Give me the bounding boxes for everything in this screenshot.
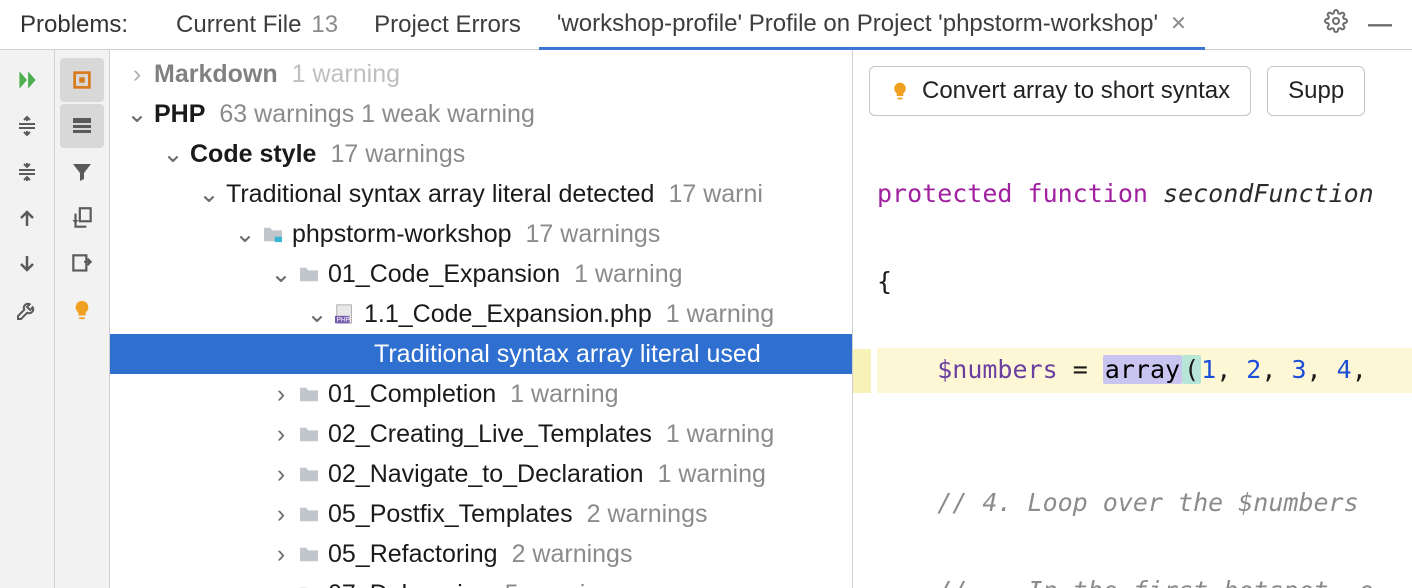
tab-current-file[interactable]: Current File 13 xyxy=(158,0,356,49)
group-by-icon[interactable] xyxy=(60,104,104,148)
tree-row-folder[interactable]: › 05_Refactoring 2 warnings xyxy=(110,534,852,574)
chevron-down-icon: ⌄ xyxy=(306,299,328,329)
expand-all-icon[interactable] xyxy=(5,104,49,148)
tree-row-project[interactable]: ⌄ phpstorm-workshop 17 warnings xyxy=(110,214,852,254)
toolbar-left-2 xyxy=(55,50,110,588)
tree-row-selected-issue[interactable]: Traditional syntax array literal used xyxy=(110,334,852,374)
autoscroll-icon[interactable] xyxy=(60,196,104,240)
code-preview: protected function secondFunction { $num… xyxy=(853,128,1412,588)
tree-row-folder[interactable]: ⌄ 01_Code_Expansion 1 warning xyxy=(110,254,852,294)
tree-row-codestyle[interactable]: ⌄ Code style 17 warnings xyxy=(110,134,852,174)
tab-profile[interactable]: 'workshop-profile' Profile on Project 'p… xyxy=(539,1,1205,50)
wrench-icon[interactable] xyxy=(5,288,49,332)
filter-icon[interactable] xyxy=(60,150,104,194)
tab-project-errors[interactable]: Project Errors xyxy=(356,0,539,49)
problems-label: Problems: xyxy=(20,11,128,39)
chevron-down-icon: ⌄ xyxy=(270,259,292,289)
export-icon[interactable] xyxy=(60,242,104,286)
chevron-right-icon: › xyxy=(270,420,292,449)
problems-tree: › Markdown 1 warning ⌄ PHP 63 warnings 1… xyxy=(110,50,852,588)
tree-row-markdown[interactable]: › Markdown 1 warning xyxy=(110,54,852,94)
chevron-right-icon: › xyxy=(126,60,148,89)
chevron-down-icon: ⌄ xyxy=(234,219,256,249)
preview-panel: Convert array to short syntax Supp prote… xyxy=(852,50,1412,588)
chevron-down-icon: ⌄ xyxy=(162,139,184,169)
php-file-icon: PHP xyxy=(334,303,356,325)
problems-tabs: Problems: Current File 13 Project Errors… xyxy=(0,0,1412,50)
chevron-right-icon: › xyxy=(270,500,292,529)
tree-row-file[interactable]: ⌄ PHP 1.1_Code_Expansion.php 1 warning xyxy=(110,294,852,334)
minimize-icon[interactable]: — xyxy=(1368,11,1392,39)
bulb-icon[interactable] xyxy=(60,288,104,332)
highlight-icon[interactable] xyxy=(60,58,104,102)
folder-icon xyxy=(298,385,320,403)
tree-row-php[interactable]: ⌄ PHP 63 warnings 1 weak warning xyxy=(110,94,852,134)
folder-icon xyxy=(298,545,320,563)
suppress-button[interactable]: Supp xyxy=(1267,66,1365,116)
folder-icon xyxy=(298,465,320,483)
next-icon[interactable] xyxy=(5,242,49,286)
chevron-right-icon: › xyxy=(270,540,292,569)
svg-text:PHP: PHP xyxy=(337,316,350,323)
chevron-down-icon: ⌄ xyxy=(126,99,148,129)
tree-row-folder[interactable]: › 07_Debugging 5 warnings xyxy=(110,574,852,588)
chevron-right-icon: › xyxy=(270,380,292,409)
folder-icon xyxy=(298,265,320,283)
chevron-right-icon: › xyxy=(270,460,292,489)
folder-icon xyxy=(262,225,284,243)
tree-row-folder[interactable]: › 02_Navigate_to_Declaration 1 warning xyxy=(110,454,852,494)
prev-icon[interactable] xyxy=(5,196,49,240)
collapse-all-icon[interactable] xyxy=(5,150,49,194)
tree-row-folder[interactable]: › 01_Completion 1 warning xyxy=(110,374,852,414)
rerun-icon[interactable] xyxy=(5,58,49,102)
tree-row-folder[interactable]: › 02_Creating_Live_Templates 1 warning xyxy=(110,414,852,454)
tree-row-folder[interactable]: › 05_Postfix_Templates 2 warnings xyxy=(110,494,852,534)
quickfix-button[interactable]: Convert array to short syntax xyxy=(869,66,1251,116)
gear-icon[interactable] xyxy=(1324,9,1348,40)
folder-icon xyxy=(298,425,320,443)
bulb-icon xyxy=(890,81,910,101)
chevron-right-icon: › xyxy=(270,580,292,588)
toolbar-left-1 xyxy=(0,50,55,588)
chevron-down-icon: ⌄ xyxy=(198,179,220,209)
close-icon[interactable]: ✕ xyxy=(1170,11,1187,36)
tree-row-inspection[interactable]: ⌄ Traditional syntax array literal detec… xyxy=(110,174,852,214)
folder-icon xyxy=(298,505,320,523)
